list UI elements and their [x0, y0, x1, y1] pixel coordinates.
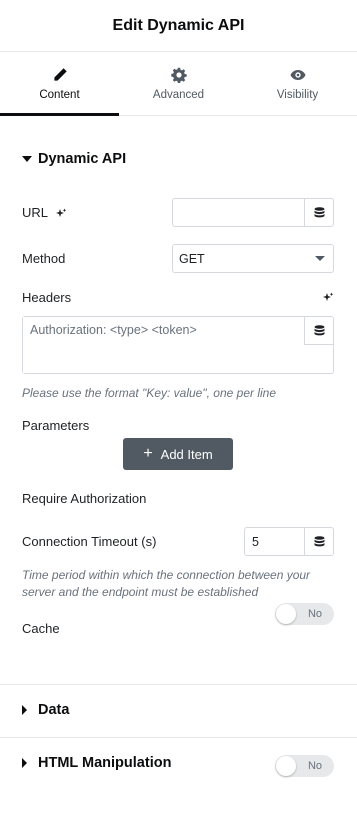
tab-content-label: Content — [39, 88, 80, 101]
section-html-manipulation-title: HTML Manipulation — [38, 755, 172, 771]
eye-icon — [290, 69, 305, 80]
toggle-knob — [276, 756, 296, 776]
pencil-icon — [53, 67, 67, 81]
caret-down-icon — [22, 156, 32, 162]
page-title: Edit Dynamic API — [112, 16, 245, 34]
tab-content[interactable]: Content — [0, 52, 119, 116]
toggle-knob — [276, 604, 296, 624]
database-icon — [314, 206, 324, 217]
cache-toggle[interactable]: No — [275, 755, 334, 777]
section-dynamic-api-toggle[interactable]: Dynamic API — [22, 151, 126, 167]
require-auth-toggle[interactable]: No — [275, 603, 334, 625]
url-label: URL — [22, 205, 48, 220]
section-html-manipulation-toggle[interactable]: HTML Manipulation — [22, 755, 171, 771]
timeout-label: Connection Timeout (s) — [22, 534, 157, 549]
url-input[interactable] — [173, 199, 304, 226]
ai-sparkle-icon[interactable] — [55, 208, 67, 220]
dynamic-tags-button[interactable] — [304, 528, 333, 555]
headers-textarea[interactable] — [23, 317, 304, 373]
timeout-input[interactable] — [245, 528, 304, 555]
cache-label: Cache — [22, 621, 60, 636]
section-dynamic-api-title: Dynamic API — [38, 151, 127, 167]
section-data-toggle[interactable]: Data — [22, 702, 69, 718]
ai-sparkle-icon[interactable] — [322, 292, 334, 304]
tab-visibility-label: Visibility — [276, 88, 319, 101]
method-selected-value: GET — [179, 251, 205, 266]
tab-advanced[interactable]: Advanced — [119, 52, 238, 115]
add-item-button[interactable]: + Add Item — [123, 438, 233, 470]
headers-label: Headers — [22, 290, 72, 305]
require-auth-label: Require Authorization — [22, 491, 147, 506]
database-icon — [314, 535, 324, 546]
tab-bar: Content Advanced Visibility — [0, 52, 357, 116]
database-icon — [314, 324, 324, 335]
section-divider — [0, 737, 357, 738]
caret-right-icon — [22, 758, 27, 768]
add-item-label: Add Item — [160, 446, 213, 462]
dynamic-tags-button[interactable] — [304, 317, 333, 345]
method-select[interactable]: GET — [172, 244, 334, 273]
panel-header: Edit Dynamic API — [0, 0, 357, 52]
caret-right-icon — [22, 705, 27, 715]
gear-icon — [170, 67, 187, 83]
headers-field — [22, 316, 334, 374]
dynamic-tags-button[interactable] — [304, 199, 333, 226]
toggle-state-text: No — [307, 608, 322, 620]
section-data-title: Data — [38, 702, 70, 718]
toggle-state-text: No — [307, 760, 322, 772]
tab-visibility[interactable]: Visibility — [238, 52, 357, 115]
timeout-field — [244, 527, 334, 556]
section-divider — [0, 684, 357, 685]
headers-help-text: Please use the format "Key: value", one … — [22, 386, 276, 400]
tab-advanced-label: Advanced — [152, 88, 205, 101]
url-field — [172, 198, 334, 227]
plus-icon: + — [143, 445, 153, 462]
url-label-row: URL — [22, 205, 67, 220]
method-label: Method — [22, 251, 66, 266]
parameters-label: Parameters — [22, 418, 90, 433]
chevron-down-icon — [315, 256, 325, 261]
timeout-help-text: Time period within which the connection … — [22, 568, 311, 599]
